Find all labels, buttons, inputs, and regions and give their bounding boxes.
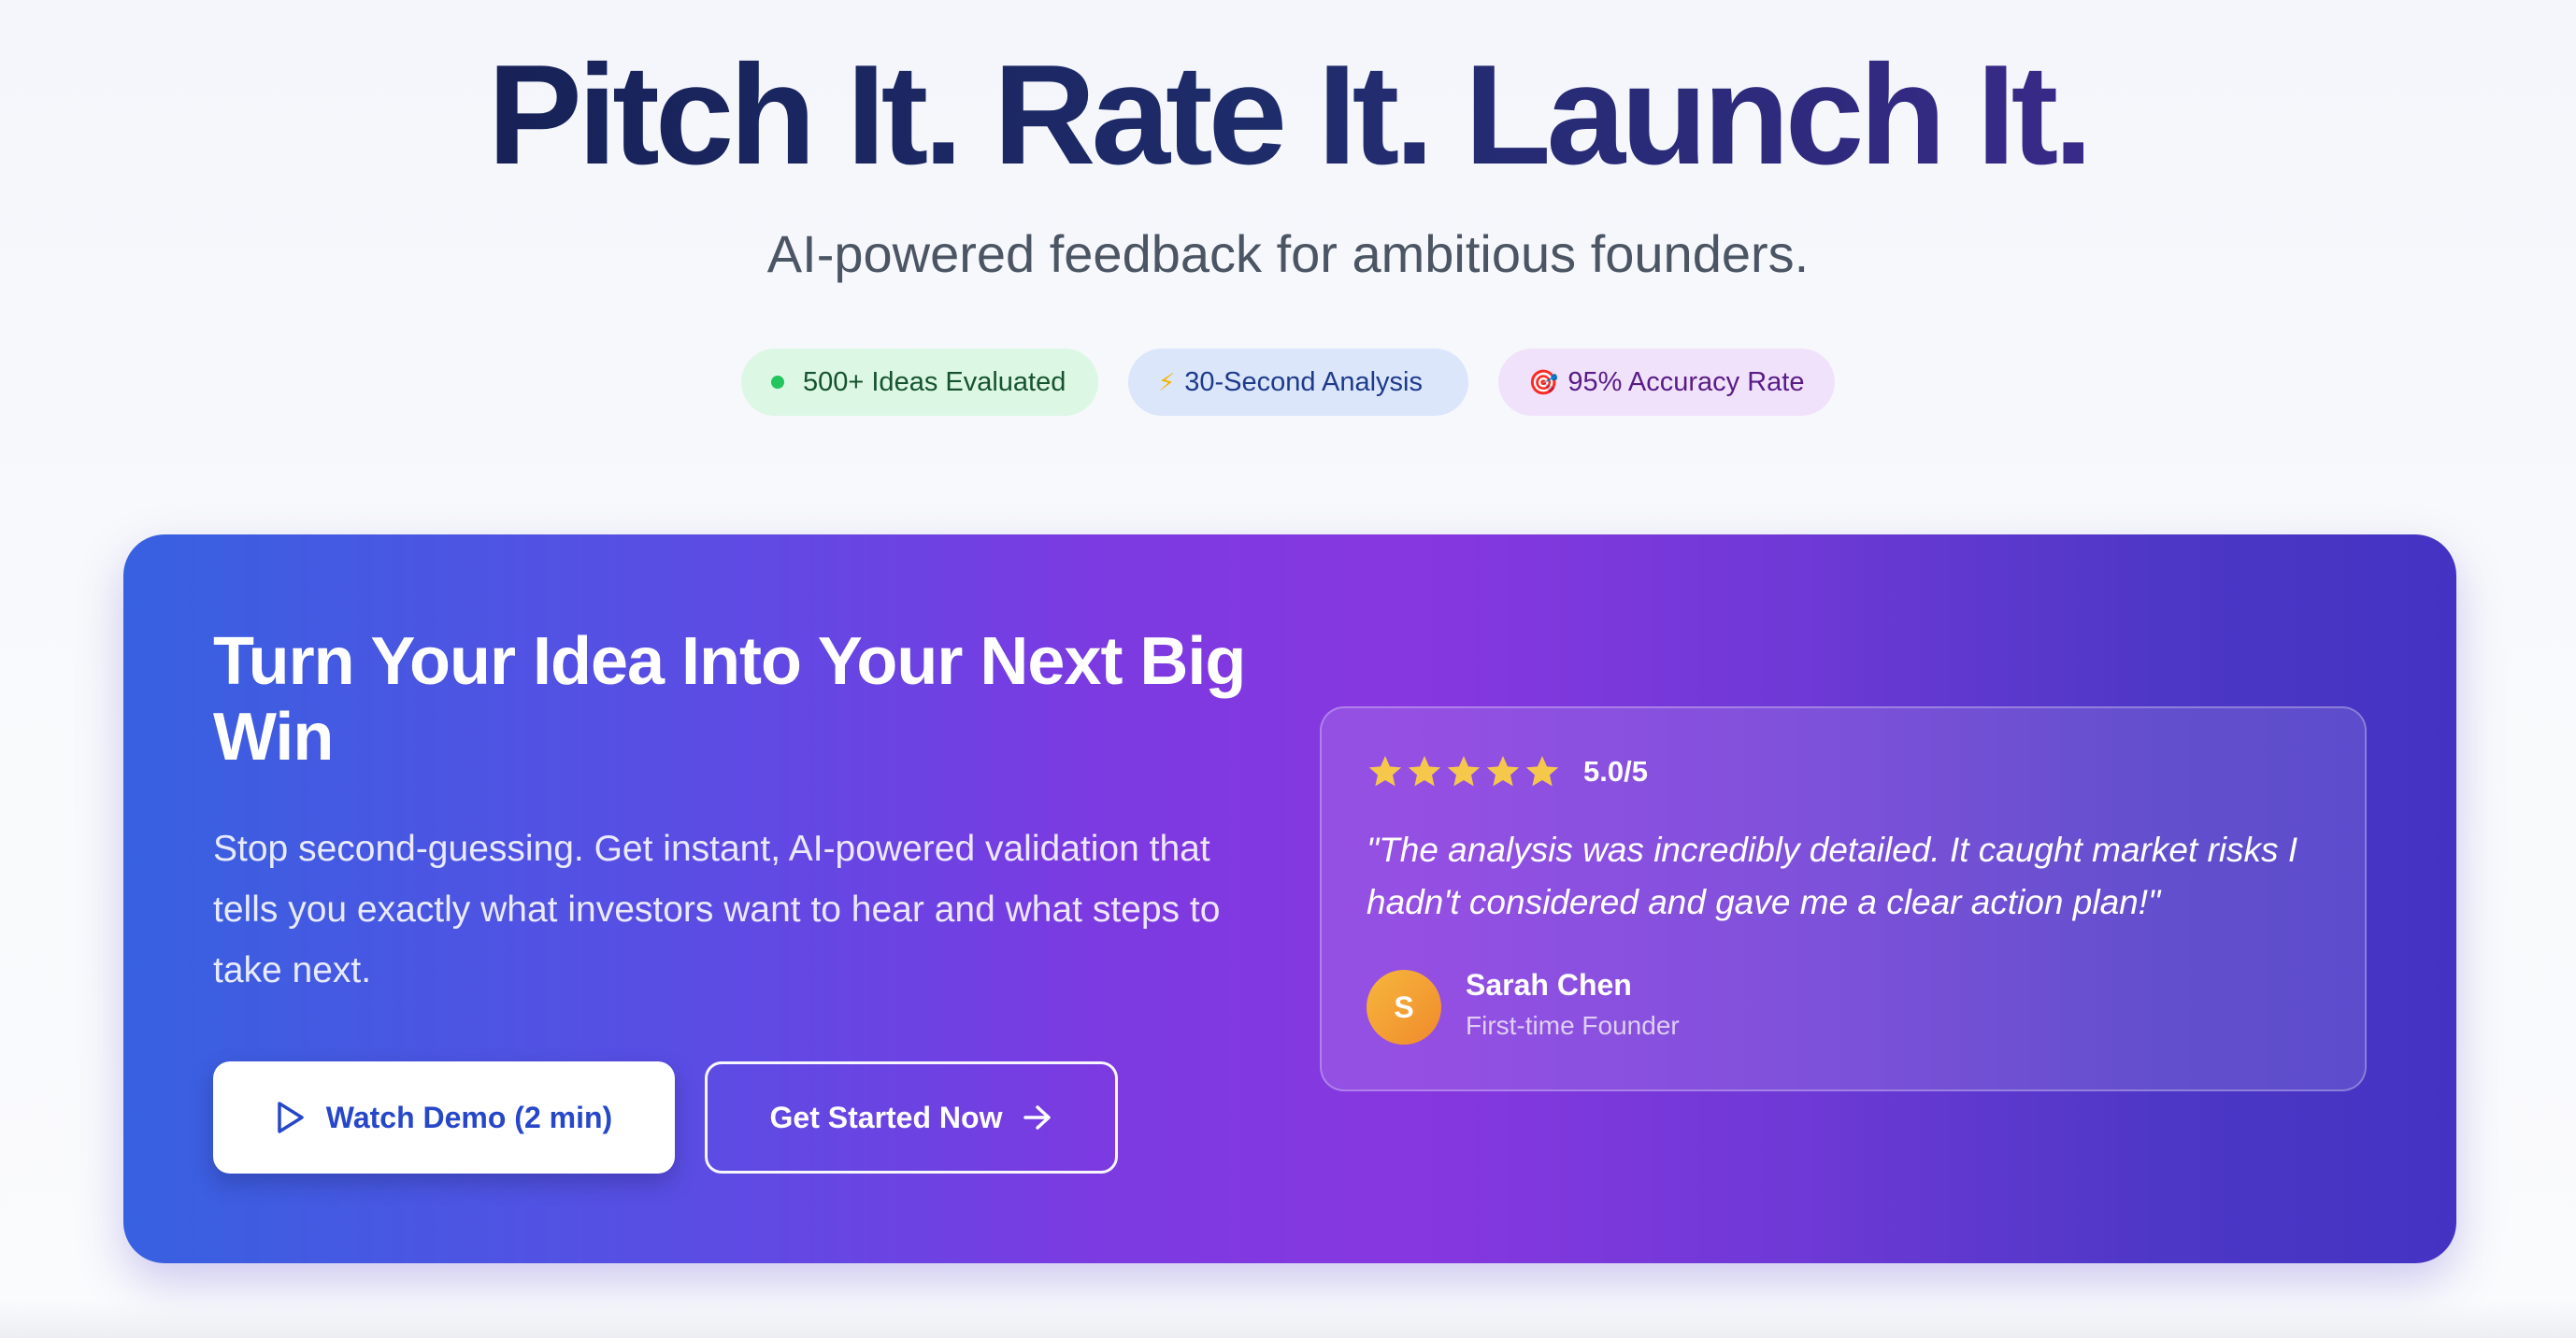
stat-label: 500+ Ideas Evaluated (803, 366, 1066, 397)
avatar: S (1367, 970, 1441, 1045)
watch-demo-button[interactable]: Watch Demo (2 min) (213, 1061, 675, 1174)
reviewer-name: Sarah Chen (1466, 968, 1632, 1002)
green-dot-icon (771, 376, 784, 389)
arrow-right-icon (1023, 1105, 1052, 1130)
stat-badge-accuracy: 🎯 95% Accuracy Rate (1498, 349, 1835, 416)
reviewer-role: First-time Founder (1466, 1011, 1680, 1040)
star-icon (1486, 756, 1520, 787)
hero-title: Pitch It. Rate It. Launch It. (0, 36, 2576, 194)
get-started-label: Get Started Now (769, 1100, 1003, 1134)
play-icon (278, 1102, 304, 1133)
get-started-button[interactable]: Get Started Now (705, 1061, 1118, 1174)
cta-heading: Turn Your Idea Into Your Next Big Win (213, 624, 1246, 775)
testimonial-quote: "The analysis was incredibly detailed. I… (1367, 831, 2298, 921)
target-icon: 🎯 (1528, 367, 1559, 396)
star-icon (1447, 756, 1481, 787)
star-icon (1368, 756, 1402, 787)
stat-label: 30-Second Analysis (1184, 366, 1423, 397)
cta-card: Turn Your Idea Into Your Next Big Win St… (123, 534, 2456, 1263)
stat-badge-speed: ⚡ 30-Second Analysis (1128, 349, 1468, 416)
page-bottom-edge (0, 1301, 2576, 1338)
cta-description: Stop second-guessing. Get instant, AI-po… (213, 829, 1221, 990)
lightning-icon: ⚡ (1158, 367, 1176, 396)
star-rating: 5.0/5 (1367, 753, 1648, 790)
stat-badge-ideas: 500+ Ideas Evaluated (741, 349, 1098, 416)
rating-score: 5.0/5 (1583, 755, 1648, 788)
watch-demo-label: Watch Demo (2 min) (325, 1100, 613, 1134)
star-icon (1525, 756, 1559, 787)
star-icon (1408, 756, 1441, 787)
stats-badges: 500+ Ideas Evaluated ⚡ 30-Second Analysi… (0, 349, 2576, 416)
hero-subtitle: AI-powered feedback for ambitious founde… (766, 224, 1810, 283)
testimonial-card: 5.0/5 "The analysis was incredibly detai… (1320, 706, 2367, 1091)
stat-label: 95% Accuracy Rate (1567, 366, 1805, 397)
